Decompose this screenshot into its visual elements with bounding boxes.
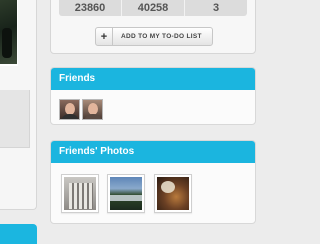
stat-value: 3 bbox=[212, 2, 220, 14]
left-photo[interactable] bbox=[0, 0, 17, 64]
left-blue-header bbox=[0, 224, 37, 244]
avatar-shoulders bbox=[61, 114, 79, 119]
stat-value: 40258 bbox=[122, 0, 185, 16]
page: 23860 40258 3 + ADD TO MY TO-DO LIST Fri… bbox=[0, 0, 260, 244]
friends-photos-title: Friends' Photos bbox=[51, 141, 255, 163]
photo-image bbox=[110, 177, 142, 210]
stat-value: 23860 bbox=[59, 0, 122, 16]
photo-image bbox=[64, 177, 96, 210]
add-to-todo-label: ADD TO MY TO-DO LIST bbox=[121, 33, 202, 40]
add-to-todo-button[interactable]: + ADD TO MY TO-DO LIST bbox=[95, 27, 213, 46]
avatar-shoulders bbox=[84, 114, 102, 119]
friend-avatar[interactable] bbox=[82, 99, 103, 120]
stats-card: 23860 40258 3 + ADD TO MY TO-DO LIST bbox=[50, 0, 256, 54]
left-inner-box bbox=[0, 90, 30, 148]
friends-photos-card: Friends' Photos bbox=[50, 140, 256, 224]
friend-photo-thumbnail[interactable] bbox=[61, 174, 99, 213]
friend-photo-thumbnail[interactable] bbox=[154, 174, 192, 213]
friend-avatar[interactable] bbox=[59, 99, 80, 120]
friends-title: Friends bbox=[51, 68, 255, 90]
stats-row: 23860 40258 3 bbox=[59, 0, 247, 16]
photo-image bbox=[157, 177, 189, 210]
friend-photo-thumbnail[interactable] bbox=[107, 174, 145, 213]
friends-card: Friends bbox=[50, 67, 256, 125]
plus-icon: + bbox=[96, 28, 113, 45]
